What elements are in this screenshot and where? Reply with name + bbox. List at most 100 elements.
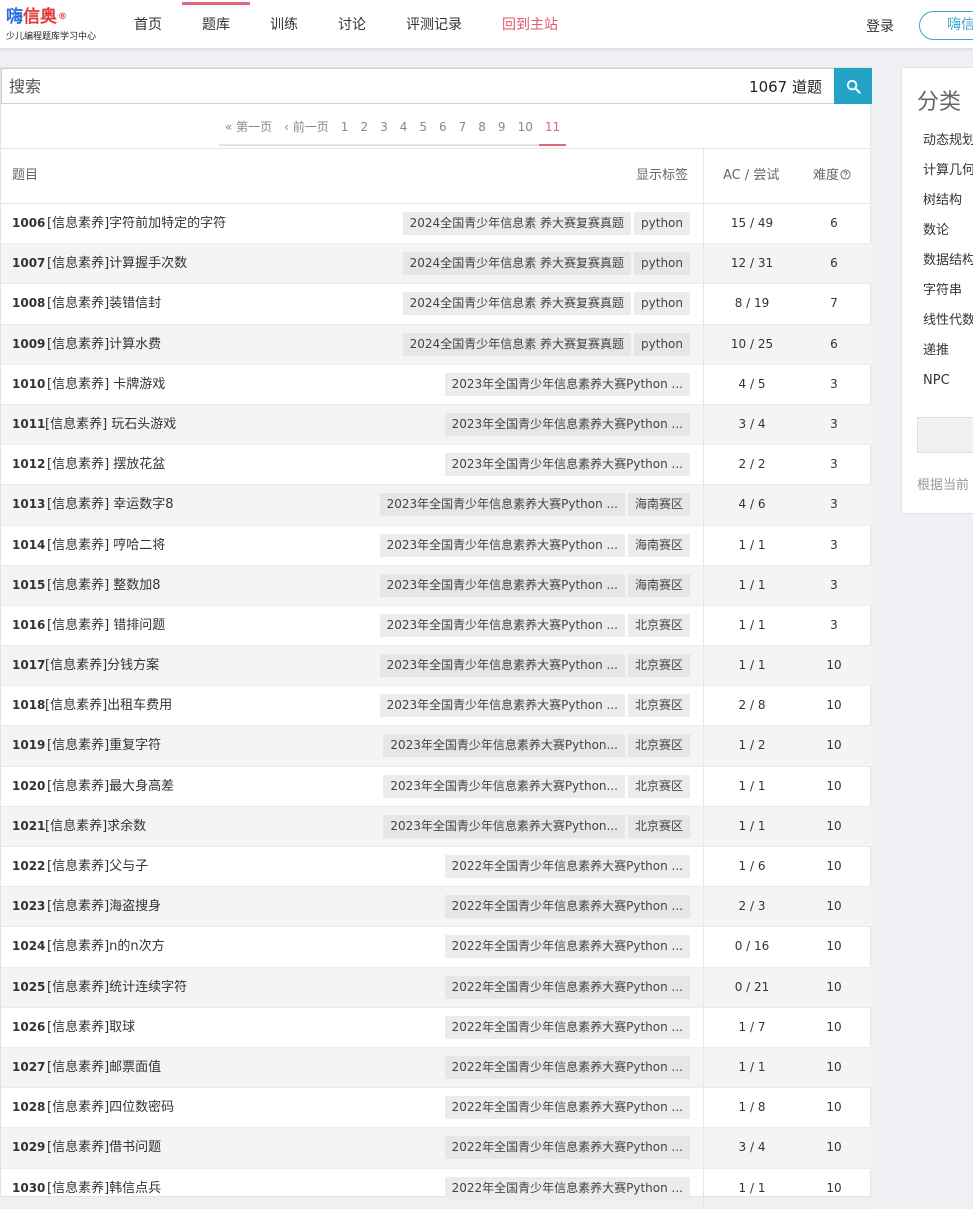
login-link[interactable]: 登录 <box>866 16 894 36</box>
page-link[interactable]: 4 <box>394 110 414 144</box>
nav-item[interactable]: 回到主站 <box>482 0 578 48</box>
tag-badge[interactable]: 2022年全国青少年信息素养大赛Python ... <box>444 935 690 959</box>
problem-id[interactable]: 1024 <box>12 927 45 966</box>
problem-title-link[interactable]: [信息素养]统计连续字符 <box>47 968 187 1007</box>
table-row[interactable]: 1015 [信息素养] 整数加8 2023年全国青少年信息素养大赛Python .… <box>1 565 872 606</box>
problem-id[interactable]: 1017 <box>12 646 45 685</box>
category-item[interactable]: 数据结构 <box>923 246 973 276</box>
problem-id[interactable]: 1007 <box>12 244 45 283</box>
table-row[interactable]: 1025 [信息素养]统计连续字符 2022年全国青少年信息素养大赛Python .… <box>1 967 872 1008</box>
problem-id[interactable]: 1022 <box>12 847 45 886</box>
tag-badge[interactable]: 2022年全国青少年信息素养大赛Python ... <box>444 1176 690 1200</box>
tag-badge[interactable]: 北京赛区 <box>627 654 690 678</box>
problem-title-link[interactable]: [信息素养] 玩石头游戏 <box>45 405 176 444</box>
col-header-ac[interactable]: AC / 尝试 <box>723 149 779 205</box>
problem-title-link[interactable]: [信息素养] 整数加8 <box>47 566 161 605</box>
nav-item[interactable]: 训练 <box>250 0 318 48</box>
table-row[interactable]: 1012 [信息素养] 摆放花盆 2023年全国青少年信息素养大赛Python .… <box>1 445 872 486</box>
problem-id[interactable]: 1013 <box>12 485 45 524</box>
problem-id[interactable]: 1020 <box>12 767 45 806</box>
page-link[interactable]: 6 <box>433 110 453 144</box>
tag-badge[interactable]: python <box>634 292 690 316</box>
category-item[interactable]: 线性代数 <box>923 306 973 336</box>
tag-badge[interactable]: 北京赛区 <box>627 613 690 637</box>
category-filter-button[interactable] <box>917 417 973 453</box>
table-row[interactable]: 1023 [信息素养]海盗搜身 2022年全国青少年信息素养大赛Python ...… <box>1 887 872 928</box>
tag-badge[interactable]: 北京赛区 <box>627 694 690 718</box>
tag-badge[interactable]: python <box>634 252 690 276</box>
table-row[interactable]: 1018 [信息素养]出租车费用 2023年全国青少年信息素养大赛Python ..… <box>1 686 872 727</box>
problem-id[interactable]: 1019 <box>12 726 45 765</box>
tag-badge[interactable]: 2022年全国青少年信息素养大赛Python ... <box>444 1096 690 1120</box>
table-row[interactable]: 1014 [信息素养] 哼哈二将 2023年全国青少年信息素养大赛Python .… <box>1 525 872 566</box>
problem-id[interactable]: 1015 <box>12 566 45 605</box>
category-item[interactable]: 字符串 <box>923 276 973 306</box>
table-row[interactable]: 1011 [信息素养] 玩石头游戏 2023年全国青少年信息素养大赛Python .… <box>1 404 872 446</box>
problem-title-link[interactable]: [信息素养]装错信封 <box>47 284 161 323</box>
table-row[interactable]: 1007 [信息素养]计算握手次数 2024全国青少年信息素 养大赛复赛真题 pyth… <box>1 244 872 285</box>
problem-title-link[interactable]: [信息素养]父与子 <box>47 847 148 886</box>
tag-badge[interactable]: 2023年全国青少年信息素养大赛Python... <box>383 814 625 838</box>
problem-id[interactable]: 1012 <box>12 445 45 484</box>
site-logo[interactable]: 嗨信奥® 少儿编程题库学习中心 <box>6 7 96 42</box>
problem-id[interactable]: 1018 <box>12 686 45 725</box>
category-item[interactable]: NPC <box>923 366 973 396</box>
problem-id[interactable]: 1026 <box>12 1008 45 1047</box>
table-row[interactable]: 1010 [信息素养] 卡牌游戏 2023年全国青少年信息素养大赛Python .… <box>1 364 872 405</box>
problem-title-link[interactable]: [信息素养]借书问题 <box>47 1128 161 1167</box>
tag-badge[interactable]: 北京赛区 <box>627 774 690 798</box>
table-row[interactable]: 1022 [信息素养]父与子 2022年全国青少年信息素养大赛Python ... 1… <box>1 847 872 888</box>
tag-badge[interactable]: 2022年全国青少年信息素养大赛Python ... <box>444 975 690 999</box>
problem-title-link[interactable]: [信息素养]最大身高差 <box>47 767 174 806</box>
table-row[interactable]: 1021 [信息素养]求余数 2023年全国青少年信息素养大赛Python... 北京… <box>1 806 872 847</box>
page-link[interactable]: 10 <box>512 110 539 144</box>
problem-id[interactable]: 1030 <box>12 1169 45 1208</box>
tag-badge[interactable]: 2023年全国青少年信息素养大赛Python... <box>383 774 625 798</box>
table-row[interactable]: 1009 [信息素养]计算水费 2024全国青少年信息素 养大赛复赛真题 python… <box>1 324 872 365</box>
table-row[interactable]: 1029 [信息素养]借书问题 2022年全国青少年信息素养大赛Python ...… <box>1 1128 872 1169</box>
problem-title-link[interactable]: [信息素养]计算水费 <box>47 325 161 364</box>
tag-badge[interactable]: 2022年全国青少年信息素养大赛Python ... <box>444 1055 690 1079</box>
table-row[interactable]: 1017 [信息素养]分钱方案 2023年全国青少年信息素养大赛Python ...… <box>1 646 872 687</box>
problem-id[interactable]: 1021 <box>12 807 45 846</box>
tag-badge[interactable]: 2023年全国青少年信息素养大赛Python ... <box>379 533 625 557</box>
problem-id[interactable]: 1029 <box>12 1128 45 1167</box>
table-row[interactable]: 1028 [信息素养]四位数密码 2022年全国青少年信息素养大赛Python ..… <box>1 1088 872 1129</box>
problem-title-link[interactable]: [信息素养] 卡牌游戏 <box>47 365 165 404</box>
problem-id[interactable]: 1028 <box>12 1088 45 1127</box>
page-link[interactable]: 8 <box>472 110 492 144</box>
table-row[interactable]: 1016 [信息素养] 错排问题 2023年全国青少年信息素养大赛Python .… <box>1 605 872 647</box>
problem-title-link[interactable]: [信息素养]求余数 <box>45 807 146 846</box>
problem-title-link[interactable]: [信息素养]四位数密码 <box>47 1088 174 1127</box>
problem-title-link[interactable]: [信息素养]n的n次方 <box>47 927 165 966</box>
problem-title-link[interactable]: [信息素养]计算握手次数 <box>47 244 187 283</box>
page-link[interactable]: 7 <box>453 110 473 144</box>
table-row[interactable]: 1013 [信息素养] 幸运数字8 2023年全国青少年信息素养大赛Python … <box>1 485 872 526</box>
problem-id[interactable]: 1011 <box>12 405 45 444</box>
problem-id[interactable]: 1014 <box>12 526 45 565</box>
first-page-link[interactable]: « 第一页 <box>219 110 278 144</box>
tag-badge[interactable]: 2024全国青少年信息素 养大赛复赛真题 <box>402 332 632 356</box>
tag-badge[interactable]: 2024全国青少年信息素 养大赛复赛真题 <box>402 292 632 316</box>
problem-title-link[interactable]: [信息素养] 幸运数字8 <box>47 485 174 524</box>
problem-id[interactable]: 1025 <box>12 968 45 1007</box>
tag-badge[interactable]: python <box>634 212 690 235</box>
tag-badge[interactable]: 2023年全国青少年信息素养大赛Python ... <box>444 453 690 477</box>
tag-badge[interactable]: 2022年全国青少年信息素养大赛Python ... <box>444 1015 690 1039</box>
problem-title-link[interactable]: [信息素养]字符前加特定的字符 <box>47 204 226 243</box>
table-row[interactable]: 1027 [信息素养]邮票面值 2022年全国青少年信息素养大赛Python ...… <box>1 1047 872 1089</box>
nav-item[interactable]: 讨论 <box>318 0 386 48</box>
table-row[interactable]: 1019 [信息素养]重复字符 2023年全国青少年信息素养大赛Python... 北… <box>1 726 872 767</box>
tag-badge[interactable]: 2023年全国青少年信息素养大赛Python ... <box>379 613 625 637</box>
problem-title-link[interactable]: [信息素养]取球 <box>47 1008 135 1047</box>
problem-id[interactable]: 1023 <box>12 887 45 926</box>
tag-badge[interactable]: 2022年全国青少年信息素养大赛Python ... <box>444 1136 690 1160</box>
tag-badge[interactable]: 2023年全国青少年信息素养大赛Python ... <box>444 372 690 396</box>
problem-title-link[interactable]: [信息素养]重复字符 <box>47 726 161 765</box>
tag-badge[interactable]: 北京赛区 <box>627 734 690 758</box>
problem-title-link[interactable]: [信息素养]邮票面值 <box>47 1048 161 1087</box>
tag-badge[interactable]: 2023年全国青少年信息素养大赛Python ... <box>444 412 690 436</box>
help-circle-icon[interactable] <box>840 169 851 180</box>
problem-title-link[interactable]: [信息素养]出租车费用 <box>45 686 172 725</box>
problem-title-link[interactable]: [信息素养] 错排问题 <box>47 606 165 645</box>
